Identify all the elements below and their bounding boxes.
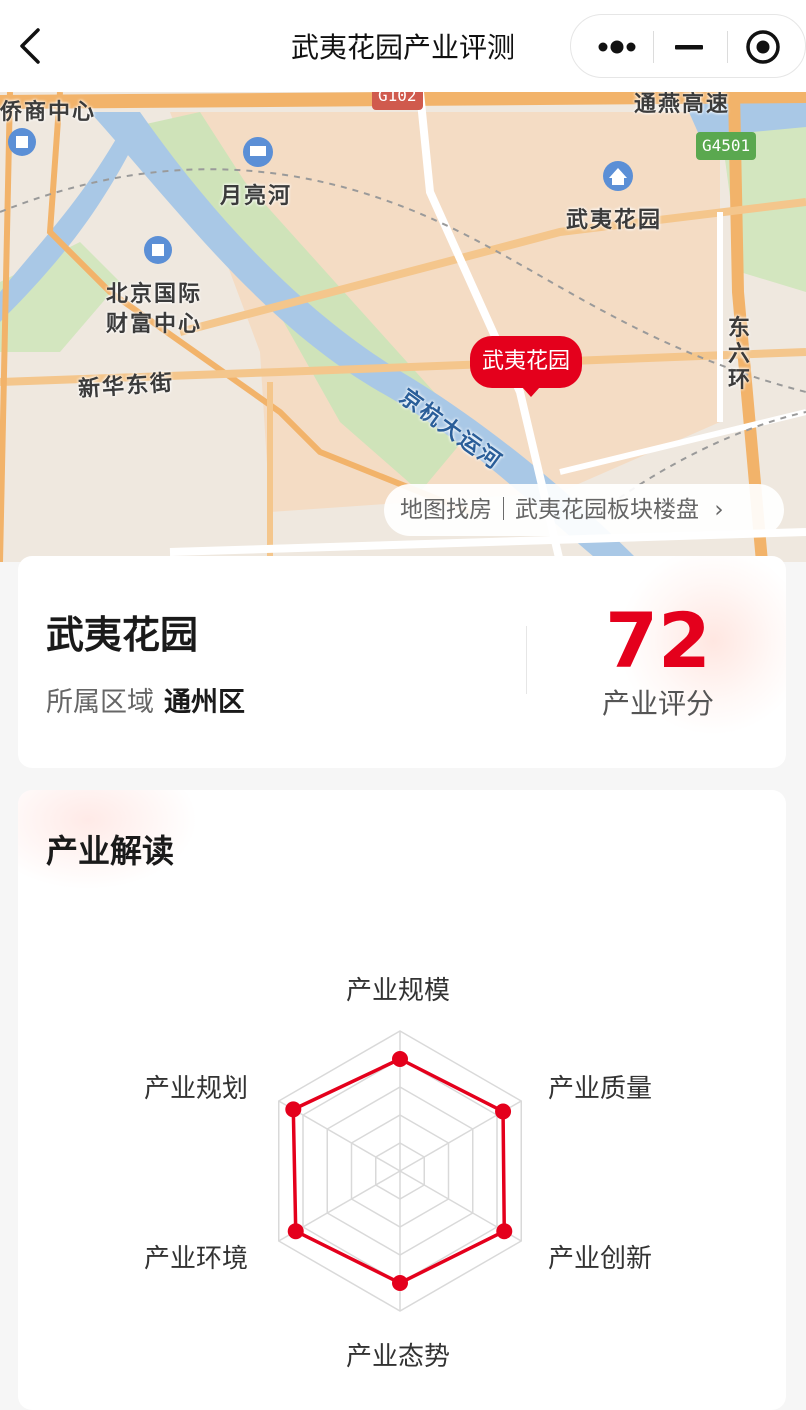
chevron-left-icon: [20, 28, 40, 64]
building-icon: [8, 128, 36, 156]
road-badge-g102: G102: [372, 92, 423, 110]
location-pin[interactable]: 武夷花园: [470, 336, 583, 397]
capsule-divider: [727, 31, 728, 63]
map-label: 东六环: [728, 316, 753, 393]
industry-analysis-card: 产业解读 产业规模 产业质量 产业创新 产业态势 产业环境 产业规划: [18, 790, 786, 1410]
capsule-divider: [653, 31, 654, 63]
radar-axis-label: 产业质量: [548, 1074, 653, 1104]
area-info-card: 武夷花园 所属区域 通州区 72 产业评分: [18, 556, 786, 768]
divider: [526, 626, 527, 694]
building-icon: [144, 236, 172, 264]
minimize-button[interactable]: [657, 23, 723, 71]
radar-point: [496, 1223, 513, 1240]
industry-score: 72: [605, 596, 711, 685]
region-label: 所属区域: [46, 687, 154, 718]
radar-axis-label: 产业态势: [346, 1342, 451, 1372]
radar-axis-label: 产业创新: [548, 1244, 653, 1274]
radar-chart: [278, 1030, 522, 1312]
area-name: 武夷花园: [46, 613, 199, 657]
industry-score-label: 产业评分: [601, 687, 714, 720]
map-label: 月亮河: [220, 184, 293, 209]
close-button[interactable]: [731, 23, 801, 71]
radar-axis-label: 产业规划: [144, 1074, 249, 1104]
more-button[interactable]: [579, 23, 653, 71]
map-label: 通燕高速: [634, 92, 731, 117]
map-link-text: 地图找房｜武夷花园板块楼盘: [400, 497, 699, 523]
map-house-search-link[interactable]: 地图找房｜武夷花园板块楼盘 ›: [384, 484, 784, 536]
map-label: 新华东街: [77, 370, 175, 403]
map-label: 财富中心: [106, 312, 203, 337]
more-dots-icon: [598, 40, 636, 54]
road-badge-g4501: G4501: [696, 132, 757, 160]
mini-program-capsule: [570, 14, 806, 78]
map-label: 武夷花园: [566, 208, 663, 233]
region-value: 通州区: [164, 687, 245, 718]
minimize-icon: [675, 45, 703, 50]
radar-axis-label: 产业规模: [346, 976, 451, 1006]
map-label: 侨商中心: [0, 100, 97, 125]
chevron-right-icon: ›: [714, 497, 724, 523]
navigation-bar: 武夷花园产业评测: [0, 0, 806, 92]
back-button[interactable]: [12, 22, 56, 70]
target-close-icon: [746, 30, 780, 64]
home-icon: [603, 161, 633, 191]
radar-point: [287, 1223, 304, 1240]
radar-point: [285, 1101, 302, 1118]
area-map[interactable]: G102 G4501 侨商中心 月亮河 武夷花园 北京国际 财富中心 新华东街 …: [0, 92, 806, 562]
page-title: 武夷花园产业评测: [290, 31, 515, 64]
radar-point: [392, 1275, 408, 1291]
radar-point: [495, 1103, 512, 1120]
radar-axis-label: 产业环境: [144, 1244, 249, 1274]
map-label: 北京国际: [106, 282, 203, 307]
radar-point: [392, 1051, 408, 1067]
hotel-icon: [243, 137, 273, 167]
region-row: 所属区域 通州区: [46, 680, 245, 719]
